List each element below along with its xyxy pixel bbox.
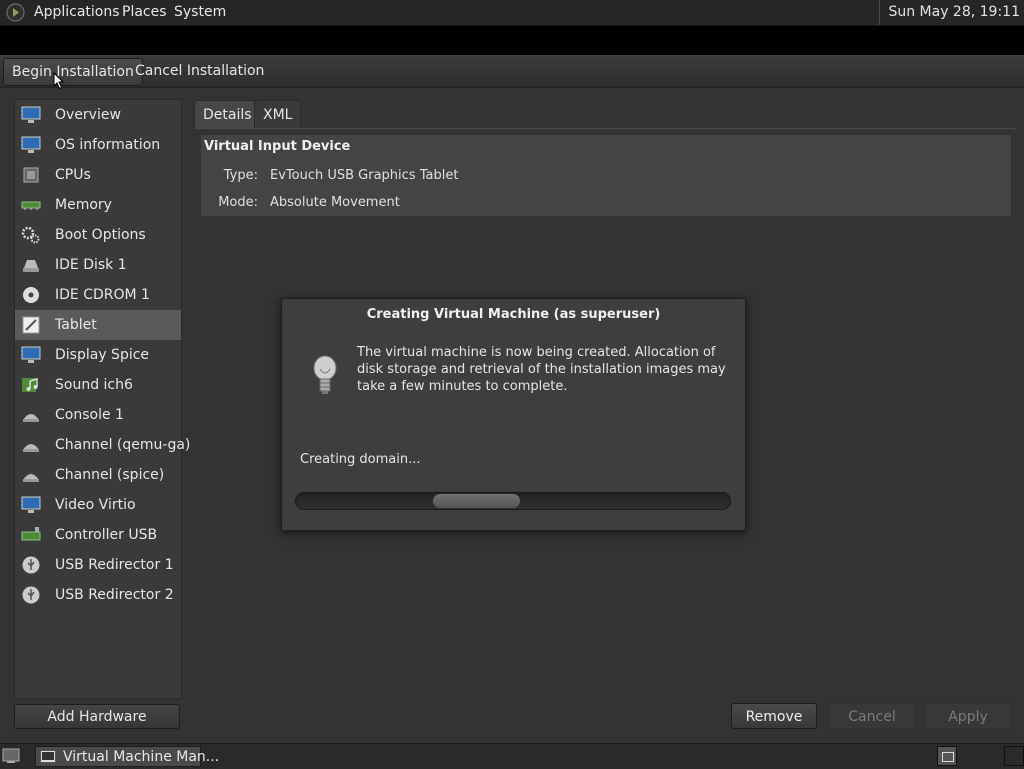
window-titlebar-area [0,26,1024,55]
monitor-icon [21,106,41,123]
hw-item-label: Sound ich6 [55,377,133,393]
virt-manager-icon [40,750,56,763]
monitor-icon [21,346,41,363]
apply-button[interactable]: Apply [925,703,1011,729]
clock[interactable]: Sun May 28, 19:11 [879,0,1024,25]
device-title: Virtual Input Device [204,139,351,154]
workspace-2-icon[interactable] [1004,746,1024,766]
cdrom-icon [23,287,39,303]
hw-item-usb-redirector-2[interactable]: USB Redirector 2 [15,580,181,610]
hw-item-label: IDE CDROM 1 [55,287,150,303]
hw-item-memory[interactable]: Memory [15,190,181,220]
hw-item-tablet[interactable]: Tablet [15,310,181,340]
distro-logo-icon[interactable] [6,3,25,22]
dialog-title: Creating Virtual Machine (as superuser) [366,307,661,322]
applications-menu[interactable]: Applications [34,4,120,20]
progress-bar [295,492,731,510]
cpu-icon [23,167,39,183]
monitor-icon [21,136,41,153]
hw-item-usb-redirector-1[interactable]: USB Redirector 1 [15,550,181,580]
device-properties: Virtual Input Device Type: EvTouch USB G… [201,135,1011,216]
disk-icon [23,260,39,272]
hw-item-label: Boot Options [55,227,146,243]
type-value: EvTouch USB Graphics Tablet [270,168,459,183]
hw-item-label: CPUs [55,167,91,183]
places-menu[interactable]: Places [122,4,167,20]
hw-item-label: USB Redirector 1 [55,557,174,573]
hw-item-display-spice[interactable]: Display Spice [15,340,181,370]
hw-item-label: Tablet [55,317,97,333]
controller-icon [21,527,41,541]
top-panel: Applications Places System Sun May 28, 1… [0,0,1024,26]
add-hardware-button[interactable]: Add Hardware [14,704,180,729]
sound-icon [22,378,38,392]
hw-item-channel-spice[interactable]: Channel (spice) [15,460,181,490]
hw-item-label: USB Redirector 2 [55,587,174,603]
type-label: Type: [223,168,258,183]
hw-item-controller-usb[interactable]: Controller USB [15,520,181,550]
hw-item-channel-qemu-ga[interactable]: Channel (qemu-ga) [15,430,190,460]
hw-item-overview[interactable]: Overview [15,100,181,130]
dialog-message: The virtual machine is now being created… [357,345,726,394]
mode-label: Mode: [218,195,258,210]
memory-icon [21,201,41,210]
dialog-status: Creating domain... [300,452,421,467]
lightbulb-icon [313,355,337,394]
hw-item-label: Overview [55,107,121,123]
taskbar-item-label: Virtual Machine Man... [63,749,220,765]
installation-toolbar: Begin Installation Cancel Installation [0,55,1024,88]
bottom-taskbar: Virtual Machine Man... [0,743,1024,769]
hw-item-os-information[interactable]: OS information [15,130,181,160]
begin-installation-button[interactable]: Begin Installation [3,58,143,86]
hw-item-video-virtio[interactable]: Video Virtio [15,490,181,520]
usb-icon [22,556,40,574]
cancel-installation-button[interactable]: Cancel Installation [127,58,272,84]
hw-item-label: Channel (qemu-ga) [55,437,191,453]
progress-pulse [433,494,520,508]
hw-item-label: Video Virtio [55,497,136,513]
gears-icon [21,226,40,244]
monitor-icon [21,496,41,513]
hw-item-console-1[interactable]: Console 1 [15,400,181,430]
hw-item-label: Channel (spice) [55,467,165,483]
serial-icon [23,444,39,452]
usb-icon [22,586,40,604]
hw-item-label: Console 1 [55,407,124,423]
tablet-icon [22,316,40,334]
cancel-button[interactable]: Cancel [829,703,915,729]
system-menu[interactable]: System [174,4,226,20]
serial-icon [23,474,39,482]
remove-button[interactable]: Remove [731,703,817,729]
hw-item-cpus[interactable]: CPUs [15,160,181,190]
mode-value: Absolute Movement [270,195,400,210]
hw-item-label: Memory [55,197,112,213]
hw-item-boot-options[interactable]: Boot Options [15,220,181,250]
show-desktop-icon[interactable] [2,748,20,764]
hw-item-ide-disk-1[interactable]: IDE Disk 1 [15,250,181,280]
tab-xml[interactable]: XML [254,100,302,129]
hw-item-label: OS information [55,137,161,153]
serial-icon [23,414,39,422]
hw-item-ide-cdrom-1[interactable]: IDE CDROM 1 [15,280,181,310]
hw-item-label: Display Spice [55,347,150,363]
hardware-list: Overview OS information CPUs Memory Boot… [14,99,190,699]
mouse-cursor-icon [53,72,65,90]
hw-item-label: IDE Disk 1 [55,257,127,273]
tab-details[interactable]: Details [194,100,261,129]
creating-vm-dialog: Creating Virtual Machine (as superuser) … [281,298,746,531]
workspace-1-icon[interactable] [937,746,957,766]
hw-item-sound-ich6[interactable]: Sound ich6 [15,370,181,400]
hw-item-label: Controller USB [55,527,158,543]
taskbar-item-virt-manager[interactable]: Virtual Machine Man... [35,746,219,767]
